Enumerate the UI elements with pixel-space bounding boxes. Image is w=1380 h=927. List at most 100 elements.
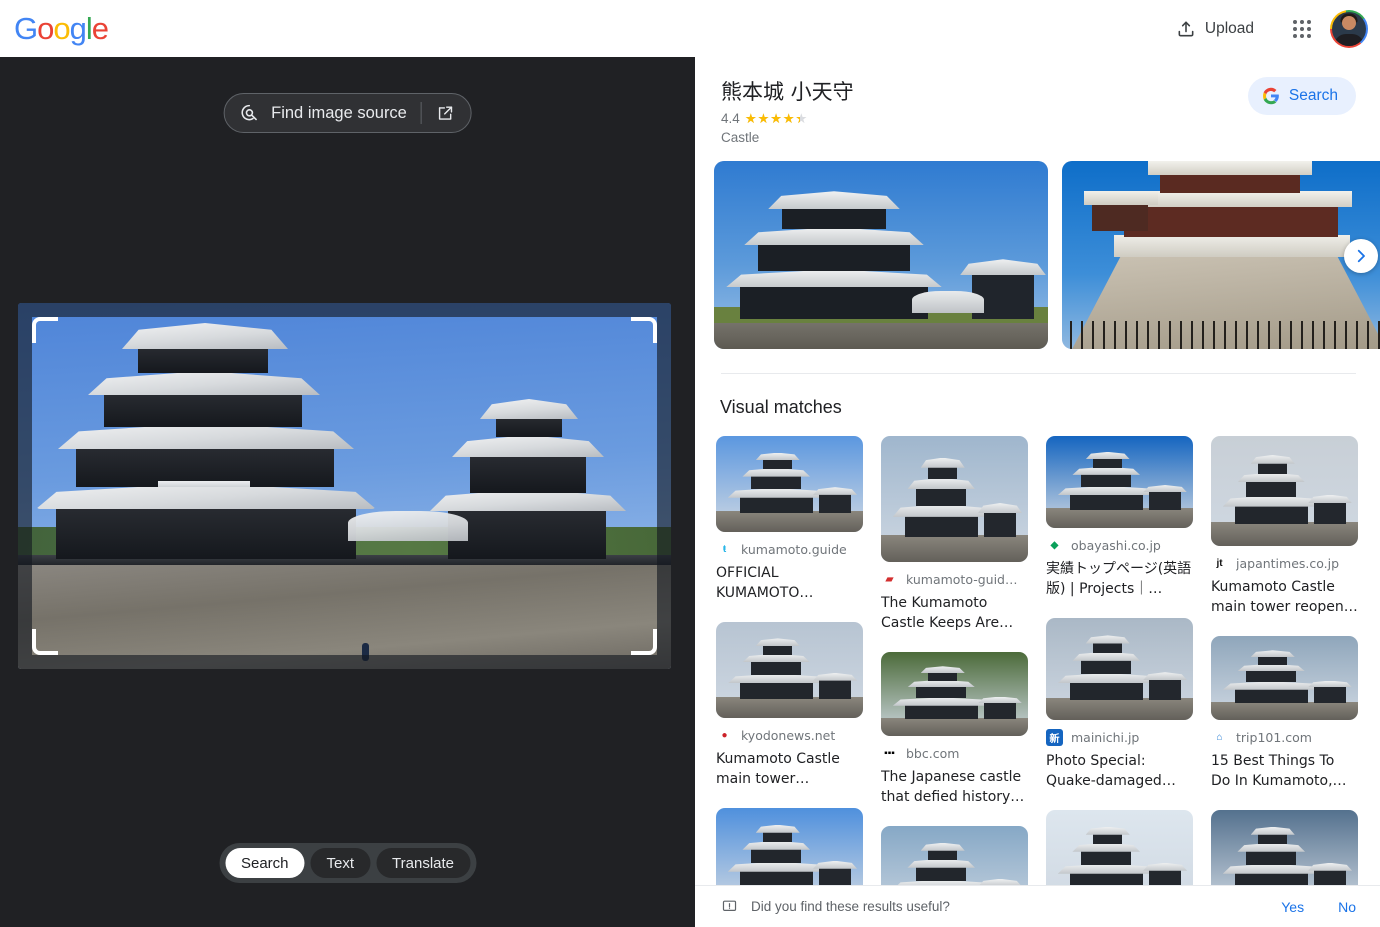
visual-match-card[interactable] [716, 807, 863, 885]
crop-handle-bottom-right[interactable] [631, 629, 657, 655]
visual-match-card[interactable] [1211, 809, 1358, 885]
crop-handle-top-left[interactable] [32, 317, 58, 343]
visual-match-domain: japantimes.co.jp [1236, 556, 1340, 572]
visual-match-domain: trip101.com [1236, 730, 1312, 745]
results-pane: 熊本城 小天守 4.4 ★★★★★ ★★★★★ Castle [695, 57, 1380, 927]
visual-match-title: OFFICIAL KUMAMOTO… [716, 565, 814, 602]
carousel-item[interactable] [714, 161, 1048, 350]
favicon-icon: 新 [1046, 729, 1063, 746]
castle-illustration [716, 808, 863, 885]
visual-match-card[interactable]: ▰ kumamoto-guid… The Kumamoto Castle Keeps… [881, 436, 1028, 634]
find-image-source-button[interactable]: Find image source [223, 93, 472, 133]
visual-match-domain: mainichi.jp [1071, 730, 1140, 745]
section-divider [721, 373, 1356, 375]
carousel-track[interactable] [714, 161, 1380, 351]
visual-match-source: jt japantimes.co.jp [1211, 555, 1358, 573]
carousel-next-button[interactable] [1344, 239, 1378, 274]
visual-match-thumbnail [716, 436, 863, 533]
visual-match-card[interactable] [881, 825, 1028, 885]
uploaded-image-with-crop[interactable] [18, 303, 671, 669]
knowledge-panel-header: 熊本城 小天守 4.4 ★★★★★ ★★★★★ Castle [695, 57, 1380, 145]
visual-match-thumbnail [1046, 436, 1193, 529]
favicon-icon: jt [1211, 555, 1228, 573]
visual-match-source: ⌂ trip101.com [1211, 729, 1358, 746]
visual-match-card[interactable]: jt japantimes.co.jp Kumamoto Castle main t… [1211, 436, 1358, 618]
visual-match-thumbnail [1211, 636, 1358, 720]
carousel-item[interactable] [1062, 161, 1380, 350]
castle-illustration [881, 436, 1028, 563]
feedback-yes-button[interactable]: Yes [1281, 899, 1304, 915]
visual-match-source: ● kyodonews.net [716, 727, 863, 744]
favicon-icon: ● [716, 727, 733, 744]
castle-illustration [1211, 810, 1358, 885]
image-search-icon [240, 104, 257, 120]
visual-matches-column: jt japantimes.co.jp Kumamoto Castle main t… [1211, 436, 1358, 885]
visual-match-title: The Kumamoto Castle Keeps Are… [881, 595, 1014, 632]
visual-match-thumbnail [716, 807, 863, 885]
uploaded-image [18, 303, 671, 669]
open-in-new-icon [439, 105, 453, 120]
visual-match-card[interactable]: ◆ obayashi.co.jp 実績トップページ(英語版) | Projects｜… [1046, 436, 1193, 600]
favicon-icon: ◆ [1046, 537, 1063, 555]
button-divider [420, 102, 422, 124]
feedback-actions: Yes No [1281, 899, 1356, 915]
visual-match-thumbnail [1211, 809, 1358, 885]
visual-match-thumbnail [881, 825, 1028, 885]
visual-matches-grid: ŧ kumamoto.guide OFFICIAL KUMAMOTO… ● kyodon… [716, 436, 1380, 885]
castle-illustration [881, 826, 1028, 885]
visual-match-thumbnail [881, 436, 1028, 563]
find-image-source-label: Find image source [271, 103, 407, 122]
visual-match-card[interactable]: ▪▪▪ bbc.com The Japanese castle that defie… [881, 652, 1028, 808]
upload-icon [1178, 21, 1194, 36]
visual-match-card[interactable]: 新 mainichi.jp Photo Special: Quake-damaged… [1046, 618, 1193, 792]
crop-handle-bottom-left[interactable] [32, 629, 58, 655]
visual-match-source: ▪▪▪ bbc.com [881, 745, 1028, 762]
related-images-carousel [695, 161, 1380, 351]
avatar[interactable] [1330, 9, 1368, 48]
google-g-icon [1262, 87, 1279, 105]
top-header-bar: Google Upload [0, 0, 1380, 57]
castle-illustration [716, 622, 863, 718]
feedback-bar: Did you find these results useful? Yes N… [695, 885, 1380, 927]
castle-illustration [716, 436, 863, 533]
feedback-no-button[interactable]: No [1338, 899, 1356, 915]
favicon-icon: ▰ [881, 571, 898, 589]
favicon-icon: ▪▪▪ [881, 745, 898, 762]
apps-grid-icon[interactable] [1282, 9, 1322, 49]
visual-match-source: 新 mainichi.jp [1046, 729, 1193, 746]
visual-match-domain: kumamoto-guid… [906, 572, 1018, 588]
favicon-icon: ŧ [716, 541, 733, 559]
search-button-label: Search [1288, 87, 1338, 104]
header-actions: Upload [1164, 9, 1380, 49]
visual-match-card[interactable]: ● kyodonews.net Kumamoto Castle main tower… [716, 622, 863, 790]
upload-button[interactable]: Upload [1164, 11, 1266, 47]
rating-stars: ★★★★★ ★★★★★ [744, 110, 808, 126]
rating-value: 4.4 [721, 111, 740, 127]
castle-illustration [1046, 810, 1193, 885]
favicon-icon: ⌂ [1211, 729, 1228, 746]
visual-match-card[interactable]: ⌂ trip101.com 15 Best Things To Do In Kuma… [1211, 636, 1358, 792]
mode-search[interactable]: Search [224, 848, 305, 878]
results-scroll-area[interactable]: 熊本城 小天守 4.4 ★★★★★ ★★★★★ Castle [695, 57, 1380, 885]
visual-match-source: ▰ kumamoto-guid… [881, 571, 1028, 589]
visual-match-title: 実績トップページ(英語版) | Projects｜… [1046, 561, 1192, 598]
castle-illustration [1046, 436, 1193, 529]
mode-text[interactable]: Text [310, 848, 371, 878]
castle-illustration [1211, 636, 1358, 720]
google-logo[interactable]: Google [14, 11, 109, 47]
google-lens-results-page: Google Upload Find image source Search T… [0, 0, 1380, 927]
visual-match-domain: bbc.com [906, 746, 960, 761]
mode-translate[interactable]: Translate [376, 848, 471, 878]
visual-match-thumbnail [1211, 436, 1358, 547]
visual-match-source: ŧ kumamoto.guide [716, 541, 863, 559]
search-button[interactable]: Search [1247, 77, 1356, 115]
chevron-right-icon [1357, 250, 1365, 263]
visual-match-card[interactable] [1046, 809, 1193, 885]
visual-match-title: Kumamoto Castle main tower reopen… [1211, 579, 1358, 616]
visual-match-thumbnail [881, 652, 1028, 736]
feedback-question: Did you find these results useful? [751, 899, 950, 914]
visual-match-card[interactable]: ŧ kumamoto.guide OFFICIAL KUMAMOTO… [716, 436, 863, 604]
crop-handle-top-right[interactable] [631, 317, 657, 343]
visual-matches-column: ŧ kumamoto.guide OFFICIAL KUMAMOTO… ● kyodon… [716, 436, 863, 885]
search-mode-switch: Search Text Translate [218, 843, 477, 883]
